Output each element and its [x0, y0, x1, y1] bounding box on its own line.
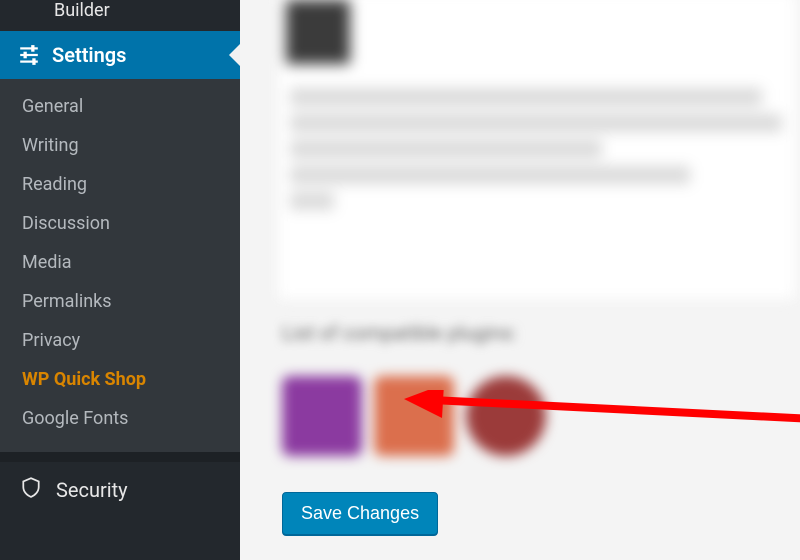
submenu-item-wp-quick-shop[interactable]: WP Quick Shop: [0, 360, 240, 399]
submenu-item-discussion[interactable]: Discussion: [0, 204, 240, 243]
sidebar-item-settings[interactable]: Settings: [0, 31, 240, 79]
plugin-thumbnail: [286, 0, 350, 64]
shield-icon: [20, 476, 42, 503]
blurred-text-line: [290, 140, 602, 158]
submenu-item-privacy[interactable]: Privacy: [0, 321, 240, 360]
submenu-label: Discussion: [22, 213, 110, 234]
submenu-item-reading[interactable]: Reading: [0, 165, 240, 204]
submenu-item-google-fonts[interactable]: Google Fonts: [0, 399, 240, 438]
sidebar-item-security[interactable]: Security: [0, 462, 240, 517]
blurred-text-line: [290, 88, 762, 106]
plugin-icon: [282, 376, 362, 456]
blurred-text-line: [290, 114, 782, 132]
submenu-label: Permalinks: [22, 291, 112, 312]
sidebar-item-builder[interactable]: Builder: [0, 0, 240, 31]
submenu-label: Privacy: [22, 330, 80, 351]
sidebar-item-label: Settings: [52, 43, 126, 67]
info-panel: [278, 0, 796, 300]
compatible-plugins-row: [282, 376, 546, 456]
sidebar-item-label: Builder: [54, 0, 110, 21]
submenu-item-permalinks[interactable]: Permalinks: [0, 282, 240, 321]
submenu-label: Reading: [22, 174, 87, 195]
submenu-label: General: [22, 96, 83, 117]
settings-submenu: General Writing Reading Discussion Media…: [0, 79, 240, 452]
submenu-item-media[interactable]: Media: [0, 243, 240, 282]
plugin-icon: [466, 376, 546, 456]
submenu-item-writing[interactable]: Writing: [0, 126, 240, 165]
submenu-item-general[interactable]: General: [0, 87, 240, 126]
main-content: List of compatible plugins: Save Changes: [240, 0, 800, 560]
section-heading-text: List of compatible plugins:: [282, 321, 517, 345]
save-changes-button[interactable]: Save Changes: [282, 492, 438, 535]
button-label: Save Changes: [301, 503, 419, 523]
plugin-icon: [374, 376, 454, 456]
admin-sidebar: Builder Settings General Writing Reading…: [0, 0, 240, 560]
blurred-text-line: [290, 192, 334, 210]
submenu-label: Google Fonts: [22, 408, 128, 429]
sliders-icon: [18, 44, 40, 66]
submenu-label: Media: [22, 252, 72, 273]
submenu-label: WP Quick Shop: [22, 369, 146, 390]
submenu-label: Writing: [22, 135, 79, 156]
sidebar-separator: [0, 452, 240, 462]
section-heading: List of compatible plugins:: [282, 320, 517, 346]
sidebar-item-label: Security: [56, 478, 128, 502]
blurred-text-line: [290, 166, 690, 184]
